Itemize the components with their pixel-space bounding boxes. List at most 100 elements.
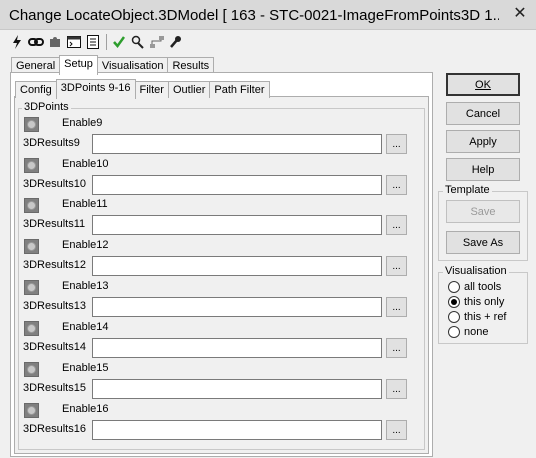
tab-outlier[interactable]: Outlier xyxy=(167,81,211,98)
console-icon[interactable] xyxy=(65,34,83,50)
3dpoints-group-title: 3DPoints xyxy=(22,101,71,113)
led-icon xyxy=(27,241,36,251)
result-input[interactable] xyxy=(92,134,382,154)
inner-tab-bar: Config 3DPoints 9-16 Filter Outlier Path… xyxy=(15,79,270,99)
result-label: 3DResults11 xyxy=(23,218,86,230)
enable-label: Enable9 xyxy=(62,117,103,129)
enable-toggle[interactable] xyxy=(24,197,39,213)
result-input[interactable] xyxy=(92,297,382,317)
radio-label: this + ref xyxy=(464,311,507,323)
browse-button[interactable]: ... xyxy=(386,379,407,399)
toolbar-separator xyxy=(106,34,107,50)
radio-button[interactable] xyxy=(448,326,460,338)
browse-button[interactable]: ... xyxy=(386,134,407,154)
window-title: Change LocateObject.3DModel [ 163 - STC-… xyxy=(9,7,499,24)
led-icon xyxy=(27,405,36,415)
lightning-icon[interactable] xyxy=(8,34,26,50)
template-save-as-button[interactable]: Save As xyxy=(446,231,520,254)
radio-all-tools[interactable]: all tools xyxy=(448,280,501,294)
enable-toggle[interactable] xyxy=(24,320,39,336)
enable-label: Enable11 xyxy=(62,198,108,210)
enable-row: Enable14 xyxy=(24,320,109,336)
led-icon xyxy=(27,200,36,210)
result-input[interactable] xyxy=(92,420,382,440)
result-input[interactable] xyxy=(92,338,382,358)
puzzle-icon[interactable] xyxy=(46,34,64,50)
ok-button[interactable]: OK xyxy=(446,73,520,96)
outer-tab-bar: General Setup Visualisation Results xyxy=(11,55,215,75)
title-bar: Change LocateObject.3DModel [ 163 - STC-… xyxy=(0,0,536,30)
enable-toggle[interactable] xyxy=(24,361,39,377)
enable-row: Enable10 xyxy=(24,157,109,173)
enable-toggle[interactable] xyxy=(24,116,39,132)
result-label: 3DResults15 xyxy=(23,382,86,394)
cancel-button[interactable]: Cancel xyxy=(446,102,520,125)
enable-toggle[interactable] xyxy=(24,279,39,295)
result-label: 3DResults9 xyxy=(23,137,80,149)
apply-button[interactable]: Apply xyxy=(446,130,520,153)
enable-label: Enable10 xyxy=(62,158,109,170)
enable-row: Enable16 xyxy=(24,402,109,418)
tab-3dpoints-9-16[interactable]: 3DPoints 9-16 xyxy=(55,79,136,99)
led-icon xyxy=(27,119,36,129)
radio-none[interactable]: none xyxy=(448,325,488,339)
result-input[interactable] xyxy=(92,215,382,235)
browse-button[interactable]: ... xyxy=(386,338,407,358)
radio-this-plus-ref[interactable]: this + ref xyxy=(448,310,507,324)
radio-label: none xyxy=(464,326,489,338)
radio-label: this only xyxy=(464,296,505,308)
tab-filter[interactable]: Filter xyxy=(134,81,169,98)
enable-label: Enable14 xyxy=(62,321,109,333)
close-icon: ✕ xyxy=(513,5,527,22)
help-button[interactable]: Help xyxy=(446,158,520,181)
link-icon[interactable] xyxy=(27,34,45,50)
tab-setup[interactable]: Setup xyxy=(59,55,98,75)
wrench-icon[interactable] xyxy=(167,34,185,50)
toolbar xyxy=(8,33,186,51)
enable-row: Enable15 xyxy=(24,361,109,377)
led-icon xyxy=(27,282,36,292)
led-icon xyxy=(27,323,36,333)
radio-button[interactable] xyxy=(448,311,460,323)
result-label: 3DResults14 xyxy=(23,341,86,353)
browse-button[interactable]: ... xyxy=(386,297,407,317)
visualisation-group-title: Visualisation xyxy=(443,265,509,277)
browse-button[interactable]: ... xyxy=(386,175,407,195)
result-label: 3DResults13 xyxy=(23,300,86,312)
result-input[interactable] xyxy=(92,256,382,276)
result-label: 3DResults16 xyxy=(23,423,86,435)
enable-toggle[interactable] xyxy=(24,402,39,418)
enable-row: Enable13 xyxy=(24,279,109,295)
enable-label: Enable15 xyxy=(62,362,109,374)
tab-config[interactable]: Config xyxy=(15,81,57,98)
radio-label: all tools xyxy=(464,281,502,293)
template-save-button[interactable]: Save xyxy=(446,200,520,223)
result-input[interactable] xyxy=(92,175,382,195)
enable-toggle[interactable] xyxy=(24,157,39,173)
result-input[interactable] xyxy=(92,379,382,399)
result-label: 3DResults10 xyxy=(23,178,86,190)
enable-label: Enable13 xyxy=(62,280,109,292)
enable-row: Enable12 xyxy=(24,238,109,254)
template-group-title: Template xyxy=(443,184,492,196)
close-button[interactable]: ✕ xyxy=(507,3,533,23)
enable-label: Enable16 xyxy=(62,403,109,415)
network-icon[interactable] xyxy=(148,34,166,50)
radio-button[interactable] xyxy=(448,296,460,308)
run-icon[interactable] xyxy=(129,34,147,50)
enable-row: Enable11 xyxy=(24,197,108,213)
led-icon xyxy=(27,364,36,374)
checkmark-icon[interactable] xyxy=(110,34,128,50)
browse-button[interactable]: ... xyxy=(386,420,407,440)
browse-button[interactable]: ... xyxy=(386,256,407,276)
enable-label: Enable12 xyxy=(62,239,109,251)
enable-toggle[interactable] xyxy=(24,238,39,254)
enable-row: Enable9 xyxy=(24,116,102,132)
result-label: 3DResults12 xyxy=(23,259,86,271)
list-icon[interactable] xyxy=(84,34,102,50)
led-icon xyxy=(27,160,36,170)
browse-button[interactable]: ... xyxy=(386,215,407,235)
tab-path-filter[interactable]: Path Filter xyxy=(209,81,270,98)
radio-this-only[interactable]: this only xyxy=(448,295,504,309)
radio-button[interactable] xyxy=(448,281,460,293)
